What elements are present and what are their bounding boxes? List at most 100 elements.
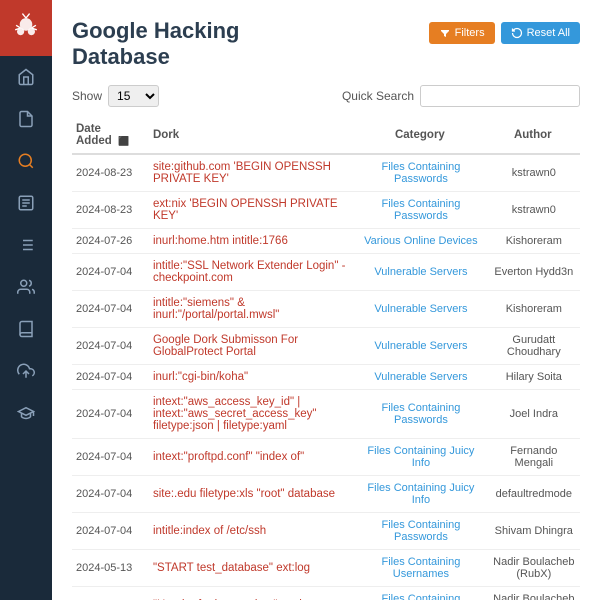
cell-date: 2024-07-04 — [72, 364, 149, 389]
cell-date: 2024-08-23 — [72, 191, 149, 228]
cell-dork[interactable]: intitle:index of /etc/ssh — [149, 512, 354, 549]
cell-author: Fernando Mengali — [488, 438, 580, 475]
dork-link[interactable]: intext:"aws_access_key_id" | intext:"aws… — [153, 396, 317, 432]
col-header-author: Author — [488, 117, 580, 154]
logo[interactable] — [0, 0, 52, 56]
cell-dork[interactable]: intitle:"SSL Network Extender Login" -ch… — [149, 253, 354, 290]
cell-category: Files Containing Usernames — [354, 586, 487, 600]
sidebar-item-grad[interactable] — [0, 392, 52, 434]
cell-dork[interactable]: site:.edu filetype:xls "root" database — [149, 475, 354, 512]
reset-button[interactable]: Reset All — [501, 22, 580, 44]
sidebar-item-files[interactable] — [0, 98, 52, 140]
cell-date: 2024-07-04 — [72, 512, 149, 549]
table-row: 2024-05-13 "START test_database" ext:log… — [72, 549, 580, 586]
table-row: 2024-07-04 intitle:index of /etc/ssh Fil… — [72, 512, 580, 549]
cell-category: Vulnerable Servers — [354, 327, 487, 364]
sort-icon-date[interactable]: ⬛ — [118, 136, 129, 147]
cell-category: Vulnerable Servers — [354, 364, 487, 389]
dork-link[interactable]: inurl:"cgi-bin/koha" — [153, 371, 248, 383]
col-header-date: DateAdded ⬛ — [72, 117, 149, 154]
cell-date: 2024-07-04 — [72, 475, 149, 512]
table-row: 2024-07-26 inurl:home.htm intitle:1766 V… — [72, 228, 580, 253]
cell-author: Kishoreram — [488, 290, 580, 327]
cell-category: Files Containing Usernames — [354, 549, 487, 586]
quick-search-input[interactable] — [420, 85, 580, 107]
sidebar-item-search[interactable] — [0, 140, 52, 182]
cell-date: 2024-07-26 — [72, 228, 149, 253]
cell-author: Joel Indra — [488, 389, 580, 438]
show-row: Show 10 15 25 50 100 — [72, 85, 159, 107]
col-header-dork: Dork — [149, 117, 354, 154]
controls-row: Show 10 15 25 50 100 Quick Search — [72, 85, 580, 107]
cell-dork[interactable]: ext:nix 'BEGIN OPENSSH PRIVATE KEY' — [149, 191, 354, 228]
cell-category: Vulnerable Servers — [354, 253, 487, 290]
cell-date: 2024-07-04 — [72, 290, 149, 327]
data-table: DateAdded ⬛ Dork Category Author 2024-08… — [72, 117, 580, 600]
dork-link[interactable]: inurl:home.htm intitle:1766 — [153, 235, 288, 247]
cell-date: 2024-07-04 — [72, 253, 149, 290]
page-title: Google Hacking Database — [72, 18, 239, 71]
sidebar-item-book[interactable] — [0, 308, 52, 350]
table-row: 2024-07-04 intext:"proftpd.conf" "index … — [72, 438, 580, 475]
cell-category: Various Online Devices — [354, 228, 487, 253]
cell-author: Nadir Boulacheb (RubX) — [488, 549, 580, 586]
cell-dork[interactable]: "Header for logs at time" ext:log — [149, 586, 354, 600]
cell-author: Shivam Dhingra — [488, 512, 580, 549]
dork-link[interactable]: intitle:"siemens" & inurl:"/portal/porta… — [153, 297, 279, 321]
cell-category: Files Containing Passwords — [354, 191, 487, 228]
table-row: 2024-07-04 site:.edu filetype:xls "root"… — [72, 475, 580, 512]
dork-link[interactable]: intitle:index of /etc/ssh — [153, 525, 266, 537]
topbar: Google Hacking Database Filters Reset Al… — [72, 18, 580, 71]
sidebar-item-home[interactable] — [0, 56, 52, 98]
dork-link[interactable]: "START test_database" ext:log — [153, 562, 310, 574]
cell-dork[interactable]: intext:"proftpd.conf" "index of" — [149, 438, 354, 475]
cell-dork[interactable]: inurl:home.htm intitle:1766 — [149, 228, 354, 253]
cell-author: kstrawn0 — [488, 154, 580, 192]
cell-dork[interactable]: inurl:"cgi-bin/koha" — [149, 364, 354, 389]
cell-author: Gurudatt Choudhary — [488, 327, 580, 364]
dork-link[interactable]: intext:"proftpd.conf" "index of" — [153, 451, 304, 463]
cell-author: Hilary Soita — [488, 364, 580, 389]
cell-dork[interactable]: site:github.com 'BEGIN OPENSSH PRIVATE K… — [149, 154, 354, 192]
cell-category: Files Containing Juicy Info — [354, 475, 487, 512]
cell-date: 2024-07-04 — [72, 389, 149, 438]
cell-category: Vulnerable Servers — [354, 290, 487, 327]
cell-dork[interactable]: intitle:"siemens" & inurl:"/portal/porta… — [149, 290, 354, 327]
cell-date: 2024-08-23 — [72, 154, 149, 192]
col-header-category: Category — [354, 117, 487, 154]
table-row: 2024-08-23 site:github.com 'BEGIN OPENSS… — [72, 154, 580, 192]
dork-link[interactable]: intitle:"SSL Network Extender Login" -ch… — [153, 260, 345, 284]
cell-category: Files Containing Juicy Info — [354, 438, 487, 475]
cell-category: Files Containing Passwords — [354, 389, 487, 438]
cell-date: 2024-07-04 — [72, 327, 149, 364]
cell-category: Files Containing Passwords — [354, 512, 487, 549]
table-row: 2024-07-04 intitle:"SSL Network Extender… — [72, 253, 580, 290]
cell-dork[interactable]: "START test_database" ext:log — [149, 549, 354, 586]
cell-author: defaultredmode — [488, 475, 580, 512]
sidebar — [0, 0, 52, 600]
table-row: 2024-07-04 intext:"aws_access_key_id" | … — [72, 389, 580, 438]
sidebar-item-document[interactable] — [0, 182, 52, 224]
dork-link[interactable]: Google Dork Submisson For GlobalProtect … — [153, 334, 298, 358]
main-content: Google Hacking Database Filters Reset Al… — [52, 0, 600, 600]
table-header-row: DateAdded ⬛ Dork Category Author — [72, 117, 580, 154]
cell-author: kstrawn0 — [488, 191, 580, 228]
dork-link[interactable]: site:github.com 'BEGIN OPENSSH PRIVATE K… — [153, 161, 331, 185]
cell-author: Kishoreram — [488, 228, 580, 253]
cell-date: 2024-07-04 — [72, 438, 149, 475]
cell-dork[interactable]: intext:"aws_access_key_id" | intext:"aws… — [149, 389, 354, 438]
cell-dork[interactable]: Google Dork Submisson For GlobalProtect … — [149, 327, 354, 364]
filters-button[interactable]: Filters — [429, 22, 495, 44]
sidebar-item-list[interactable] — [0, 224, 52, 266]
topbar-actions: Filters Reset All — [429, 22, 580, 44]
dork-link[interactable]: ext:nix 'BEGIN OPENSSH PRIVATE KEY' — [153, 198, 338, 222]
sidebar-item-users[interactable] — [0, 266, 52, 308]
cell-category: Files Containing Passwords — [354, 154, 487, 192]
dork-link[interactable]: site:.edu filetype:xls "root" database — [153, 488, 335, 500]
cell-author: Nadir Boulacheb (RubX) — [488, 586, 580, 600]
cell-date: 2024-05-13 — [72, 586, 149, 600]
table-row: 2024-05-13 "Header for logs at time" ext… — [72, 586, 580, 600]
table-row: 2024-08-23 ext:nix 'BEGIN OPENSSH PRIVAT… — [72, 191, 580, 228]
show-select[interactable]: 10 15 25 50 100 — [108, 85, 159, 107]
sidebar-item-upload[interactable] — [0, 350, 52, 392]
